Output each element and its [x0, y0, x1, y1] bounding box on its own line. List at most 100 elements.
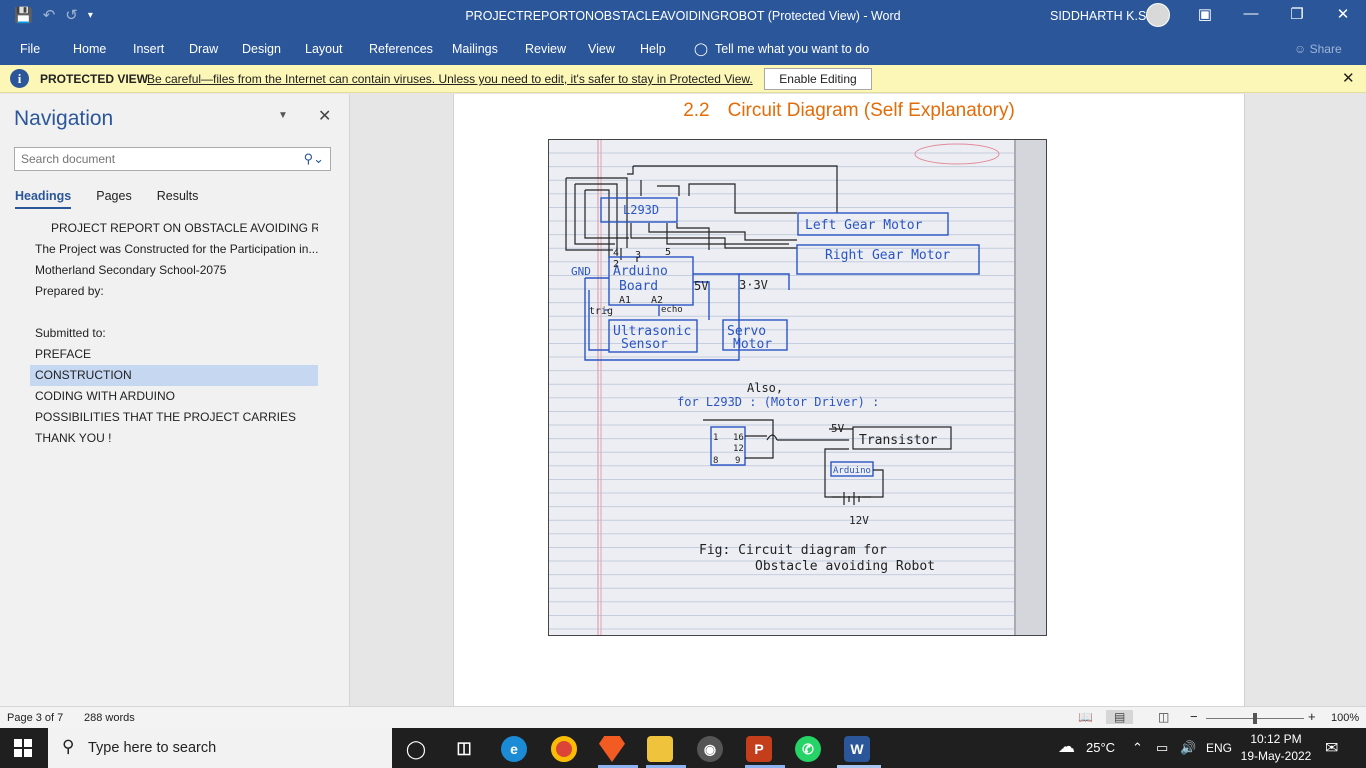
left-motor-label: Left Gear Motor [805, 218, 923, 233]
tab-mailings[interactable]: Mailings [452, 42, 498, 56]
zoom-in-icon[interactable]: + [1308, 709, 1316, 724]
user-avatar[interactable] [1146, 3, 1170, 27]
zoom-thumb[interactable] [1253, 713, 1257, 724]
gnd-label: GND [571, 265, 591, 278]
share-button[interactable]: ☺ Share [1294, 42, 1342, 56]
heading-item[interactable]: The Project was Constructed for the Part… [30, 239, 318, 260]
heading-item-empty[interactable] [30, 302, 318, 323]
clock[interactable]: 10:12 PM 19-May-2022 [1236, 731, 1316, 765]
page-count[interactable]: Page 3 of 7 [7, 712, 63, 724]
read-mode-icon[interactable]: 📖 [1078, 710, 1093, 724]
also-label: Also, [747, 381, 783, 395]
heading-text: Circuit Diagram (Self Explanatory) [727, 100, 1015, 121]
zoom-slider[interactable]: − + [1190, 709, 1320, 726]
zoom-out-icon[interactable]: − [1190, 709, 1198, 724]
tab-view[interactable]: View [588, 42, 615, 56]
navigation-pane: Navigation ▼ ✕ ⚲⌄ Headings Pages Results… [0, 94, 350, 706]
pin-5: 5 [665, 247, 671, 258]
notebook-photo: L293D Left Gear Motor Right Gear Motor G… [549, 140, 1046, 635]
weather-temp[interactable]: 25°C [1086, 740, 1115, 755]
heading-item[interactable]: PROJECT REPORT ON OBSTACLE AVOIDING ROB.… [30, 218, 318, 239]
close-window-button[interactable]: ✕ [1328, 5, 1358, 23]
circuit-diagram-figure[interactable]: L293D Left Gear Motor Right Gear Motor G… [548, 139, 1047, 636]
start-button[interactable] [14, 739, 32, 757]
volume-icon[interactable]: 🔊 [1180, 740, 1196, 756]
pin-3: 3 [635, 250, 641, 261]
tab-insert[interactable]: Insert [133, 42, 164, 56]
media-player-icon[interactable]: ◉ [697, 736, 723, 762]
taskbar-search-placeholder: Type here to search [88, 740, 217, 756]
document-area[interactable]: 2.2 Circuit Diagram (Self Explanatory) L… [350, 94, 1366, 706]
web-layout-icon[interactable]: ◫ [1158, 710, 1169, 724]
show-hidden-icons[interactable]: ⌃ [1132, 740, 1143, 756]
five-volt-label: 5V [694, 279, 708, 293]
close-bar-icon[interactable]: ✕ [1342, 69, 1355, 87]
three-volt-label: 3·3V [739, 278, 768, 292]
language-indicator[interactable]: ENG [1206, 741, 1232, 755]
navigation-title: Navigation [14, 107, 114, 130]
motor-driver-label: for L293D : (Motor Driver) : [677, 395, 879, 409]
heading-item[interactable]: THANK YOU ! [30, 428, 318, 449]
pane-options-icon[interactable]: ▼ [278, 110, 288, 121]
task-view-icon[interactable]: ◫ [451, 736, 477, 762]
tell-me-box[interactable]: ◯ Tell me what you want to do [694, 41, 869, 56]
arduino-small-label: Arduino [833, 466, 871, 476]
restore-button[interactable]: ❐ [1282, 5, 1312, 23]
echo-label: echo [661, 305, 683, 315]
minimize-button[interactable]: — [1236, 5, 1266, 22]
close-pane-icon[interactable]: ✕ [318, 106, 331, 126]
file-explorer-icon[interactable] [647, 736, 673, 762]
cortana-icon[interactable]: ◯ [403, 736, 429, 762]
share-label: Share [1309, 42, 1342, 56]
user-name[interactable]: SIDDHARTH K.S. [1050, 9, 1150, 23]
tab-headings[interactable]: Headings [15, 189, 72, 209]
ribbon-display-options-icon[interactable]: ▣ [1190, 5, 1220, 23]
print-layout-icon[interactable]: ▤ [1106, 710, 1134, 724]
word-icon[interactable]: W [844, 736, 870, 762]
notifications-icon[interactable]: ✉ [1325, 738, 1338, 758]
tab-layout[interactable]: Layout [305, 42, 343, 56]
tab-results[interactable]: Results [157, 189, 199, 209]
tab-pages[interactable]: Pages [96, 189, 131, 209]
whatsapp-icon[interactable]: ✆ [795, 736, 821, 762]
protected-view-message[interactable]: Be careful—files from the Internet can c… [147, 72, 753, 86]
powerpoint-icon[interactable]: P [746, 736, 772, 762]
right-motor-label: Right Gear Motor [825, 248, 950, 263]
chrome-icon[interactable] [551, 736, 577, 762]
enable-editing-button[interactable]: Enable Editing [764, 68, 872, 90]
search-icon: ⚲ [62, 737, 75, 756]
taskbar-search-box[interactable]: ⚲ Type here to search [48, 728, 392, 768]
a1-label: A1 [619, 295, 631, 306]
heading-item[interactable]: Motherland Secondary School-2075 [30, 260, 318, 281]
ribbon-tabs: File Home Insert Draw Design Layout Refe… [0, 33, 1366, 65]
heading-item[interactable]: Submitted to: [30, 323, 318, 344]
heading-item[interactable]: POSSIBILITIES THAT THE PROJECT CARRIES [30, 407, 318, 428]
l293d-label: L293D [623, 203, 659, 217]
tab-home[interactable]: Home [73, 42, 106, 56]
chip-pin-1: 1 [713, 433, 718, 443]
heading-item-selected[interactable]: CONSTRUCTION [30, 365, 318, 386]
search-document-input[interactable] [15, 148, 295, 170]
edge-icon[interactable]: e [501, 736, 527, 762]
search-icon[interactable]: ⚲⌄ [304, 151, 324, 167]
heading-item[interactable]: CODING WITH ARDUINO [30, 386, 318, 407]
brave-icon[interactable] [599, 736, 625, 762]
tab-help[interactable]: Help [640, 42, 666, 56]
tab-references[interactable]: References [369, 42, 433, 56]
tab-design[interactable]: Design [242, 42, 281, 56]
weather-icon[interactable]: ☁ [1058, 737, 1075, 757]
word-count[interactable]: 288 words [84, 712, 135, 724]
headings-list: PROJECT REPORT ON OBSTACLE AVOIDING ROB.… [30, 218, 318, 449]
document-page[interactable]: 2.2 Circuit Diagram (Self Explanatory) L… [453, 94, 1245, 706]
heading-item[interactable]: Prepared by: [30, 281, 318, 302]
tab-review[interactable]: Review [525, 42, 566, 56]
arduino-label-1: Arduino [613, 264, 668, 279]
heading-item[interactable]: PREFACE [30, 344, 318, 365]
battery-icon[interactable]: ▭ [1156, 740, 1168, 756]
tab-draw[interactable]: Draw [189, 42, 218, 56]
person-icon: ☺ [1294, 42, 1307, 56]
tab-file[interactable]: File [20, 42, 40, 56]
clock-date: 19-May-2022 [1240, 749, 1312, 763]
zoom-percent[interactable]: 100% [1331, 712, 1359, 724]
title-bar: 💾 ↶ ↺ ▾ PROJECTREPORTONOBSTACLEAVOIDINGR… [0, 0, 1366, 33]
